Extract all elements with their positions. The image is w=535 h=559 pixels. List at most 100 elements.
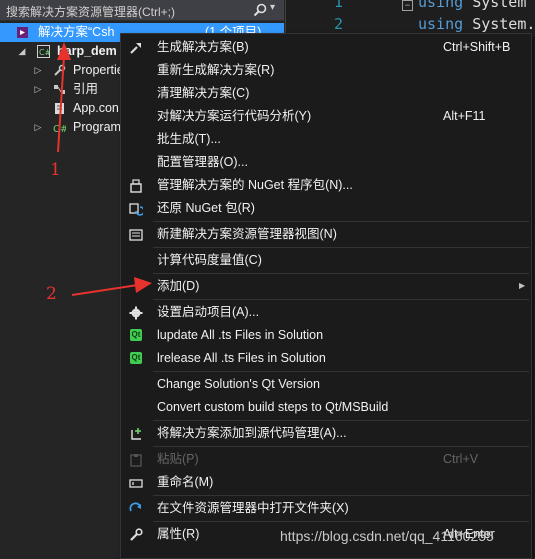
menu-item-label: 设置启动项目(A)... [157,305,260,319]
csharp-project-icon: C# [37,45,52,58]
menu-item[interactable]: 添加(D) ▶ [121,275,531,297]
search-icon[interactable] [253,3,267,17]
submenu-arrow-icon: ▶ [519,281,526,290]
tree-item[interactable]: ◢ C# harp_dem [0,42,120,61]
line-number: 2 [334,15,344,33]
tree-item-label: App.con [73,101,119,115]
menu-separator [153,221,529,222]
menu-item-label: 对解决方案运行代码分析(Y) [157,109,312,123]
menu-item[interactable]: 对解决方案运行代码分析(Y) Alt+F11 [121,105,531,127]
svg-text:C#: C# [53,124,66,134]
menu-item-label: Convert custom build steps to Qt/MSBuild [157,400,389,414]
tree-item-label: 引用 [73,82,99,96]
tree-item-label: 解决方案“Csh [38,25,115,39]
menu-item[interactable]: 配置管理器(O)... [121,151,531,173]
search-box[interactable]: 搜索解决方案资源管理器(Ctrl+;) ▾ [0,0,284,21]
references-icon [53,83,66,96]
menu-separator [153,495,529,496]
new-view-icon [129,227,143,241]
expanded-arrow-icon[interactable]: ◢ [17,42,27,61]
code-text: System [472,0,527,11]
properties-icon [129,527,143,541]
expand-arrow-icon[interactable]: ▷ [33,118,43,137]
solution-icon [16,26,29,39]
menu-item[interactable]: Convert custom build steps to Qt/MSBuild [121,396,531,418]
chevron-down-icon[interactable]: ▾ [270,2,275,13]
menu-item[interactable]: 清理解决方案(C) [121,82,531,104]
menu-item[interactable]: 在文件资源管理器中打开文件夹(X) [121,497,531,519]
tree-item-label: Propertie [73,63,124,77]
menu-item-label: 批生成(T)... [157,132,221,146]
menu-item-label: 将解决方案添加到源代码管理(A)... [157,426,347,440]
menu-item-label: 配置管理器(O)... [157,155,248,169]
expand-arrow-icon[interactable]: ▷ [33,80,43,99]
menu-item-label: 新建解决方案资源管理器视图(N) [157,227,337,241]
tree-item[interactable]: ▷ C# Program [0,118,121,137]
menu-item-shortcut: Ctrl+Shift+B [443,40,511,54]
menu-item-label: 生成解决方案(B) [157,40,249,54]
wrench-icon [53,64,66,77]
tree-item[interactable]: ▷ Propertie [0,61,124,80]
menu-item[interactable]: 设置启动项目(A)... [121,301,531,323]
expand-arrow-icon[interactable]: ▷ [33,61,43,80]
tree-item-label: harp_dem [57,44,117,58]
csharp-file-icon: C# [53,121,68,135]
add-source-control-icon [129,426,143,440]
svg-text:C#: C# [39,48,50,57]
menu-item[interactable]: 计算代码度量值(C) [121,249,531,271]
line-number: 1 [334,0,344,11]
gear-icon [129,305,143,320]
search-input[interactable]: 搜索解决方案资源管理器(Ctrl+;) [6,3,175,20]
menu-separator [153,446,529,447]
menu-item[interactable]: 重新生成解决方案(R) [121,59,531,81]
menu-item[interactable]: Change Solution's Qt Version [121,373,531,395]
menu-item[interactable]: Qt lupdate All .ts Files in Solution [121,324,531,346]
menu-item-label: 计算代码度量值(C) [157,253,262,267]
menu-separator [153,371,529,372]
qt-icon: Qt [130,329,142,341]
menu-item: 粘贴(P) Ctrl+V [121,448,531,470]
menu-separator [153,247,529,248]
keyword: using [418,0,473,11]
build-icon [129,40,143,54]
menu-separator [153,420,529,421]
menu-item-label: 在文件资源管理器中打开文件夹(X) [157,501,349,515]
menu-item-label: lupdate All .ts Files in Solution [157,328,324,342]
menu-separator [153,273,529,274]
menu-item-label: Change Solution's Qt Version [157,377,320,391]
menu-item[interactable]: 批生成(T)... [121,128,531,150]
tree-item[interactable]: ▷ 引用 [0,80,120,99]
menu-separator [153,521,529,522]
tree-item-label: Program [73,120,121,134]
annotation-number-2: 2 [46,284,57,304]
collapse-icon[interactable]: − [402,0,413,11]
menu-item[interactable]: 重命名(M) [121,471,531,493]
tree-item[interactable]: App.con [0,99,120,118]
menu-item[interactable]: 还原 NuGet 包(R) [121,197,531,219]
code-line: using System. [418,15,535,33]
menu-item[interactable]: 将解决方案添加到源代码管理(A)... [121,422,531,444]
code-line: using System [418,0,526,11]
watermark: https://blog.csdn.net/qq_41160255 [280,528,494,544]
annotation-number-1: 1 [50,160,61,180]
menu-item[interactable]: 新建解决方案资源管理器视图(N) [121,223,531,245]
config-file-icon [53,102,66,115]
menu-item[interactable]: 管理解决方案的 NuGet 程序包(N)... [121,174,531,196]
menu-item[interactable]: 生成解决方案(B) Ctrl+Shift+B [121,36,531,58]
rename-icon [129,475,143,489]
context-menu: 生成解决方案(B) Ctrl+Shift+B 重新生成解决方案(R) 清理解决方案(C… [120,33,532,559]
menu-item-label: 清理解决方案(C) [157,86,250,100]
menu-item-label: 重新生成解决方案(R) [157,63,275,77]
qt-icon: Qt [130,352,142,364]
menu-item-label: 还原 NuGet 包(R) [157,201,255,215]
menu-item-shortcut: Alt+F11 [443,109,486,123]
restore-icon [129,201,145,216]
paste-icon [129,452,143,467]
menu-item-label: 属性(R) [157,527,200,541]
menu-item-label: 重命名(M) [157,475,214,489]
menu-separator [153,299,529,300]
keyword: using [418,15,473,33]
menu-item-label: lrelease All .ts Files in Solution [157,351,326,365]
menu-item-label: 管理解决方案的 NuGet 程序包(N)... [157,178,353,192]
menu-item[interactable]: Qt lrelease All .ts Files in Solution [121,347,531,369]
